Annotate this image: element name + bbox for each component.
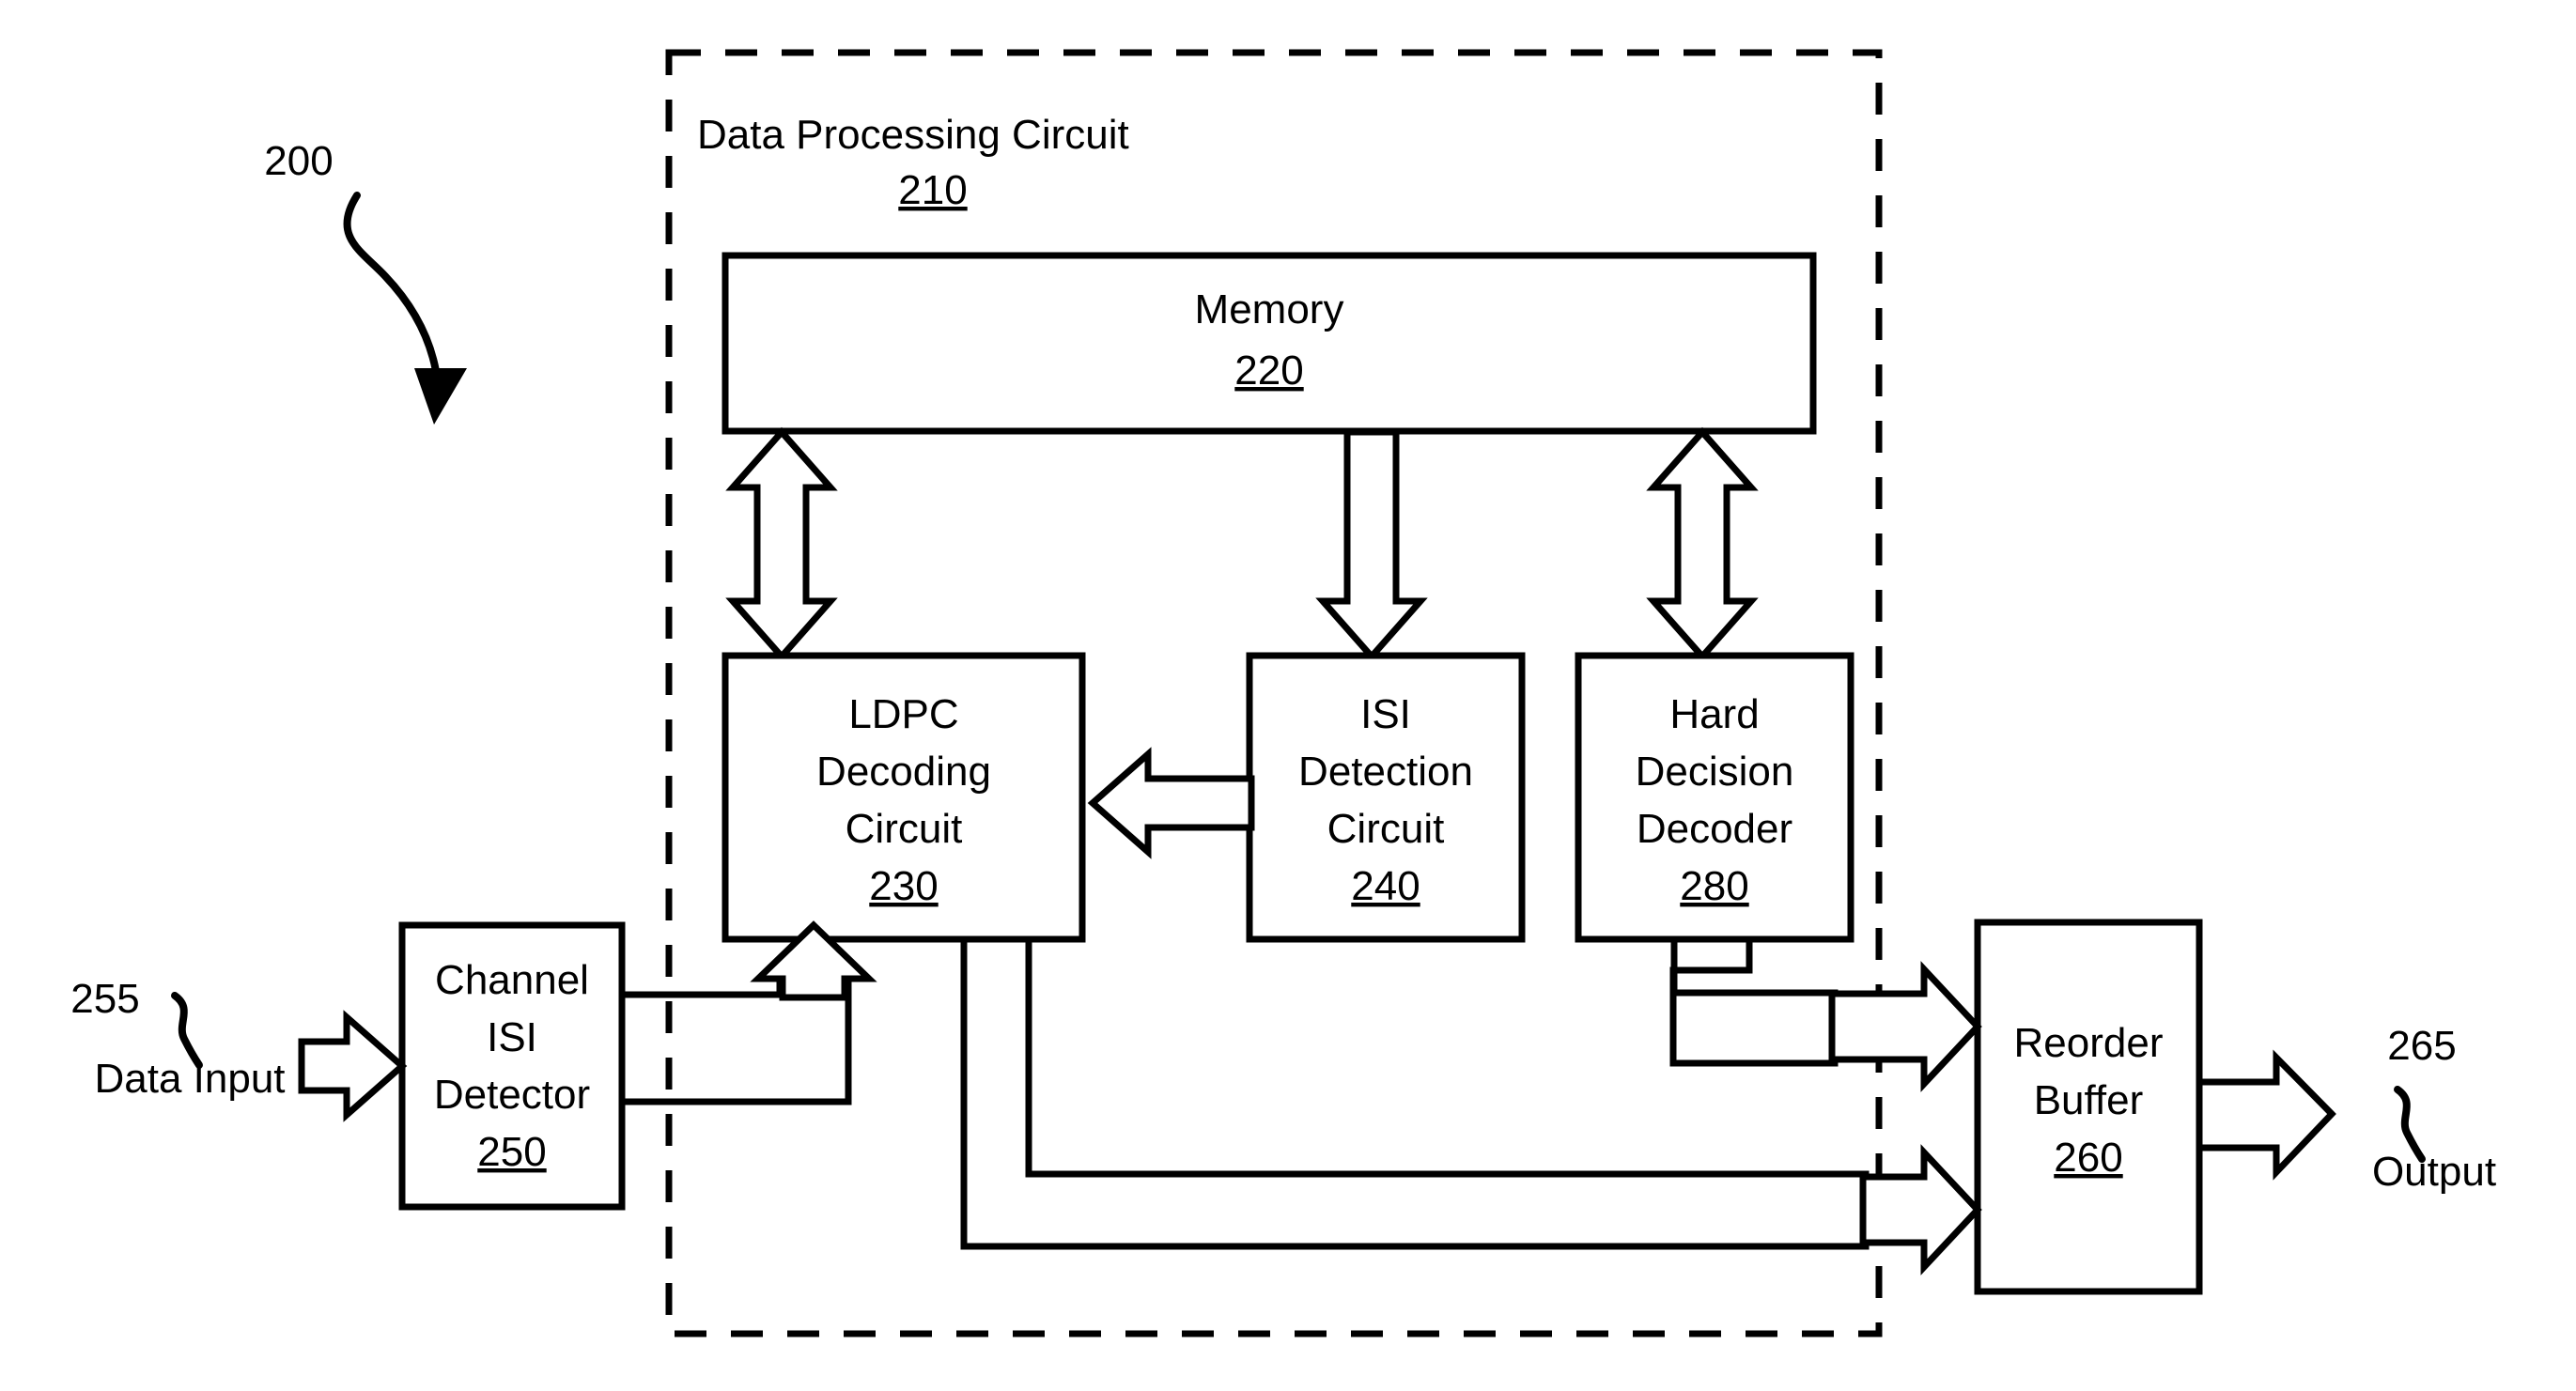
ldpc-label-line2: Decoding <box>816 749 991 795</box>
data-input-lead-curve <box>171 992 203 1069</box>
boundary-title: Data Processing Circuit <box>697 112 1129 158</box>
ldpc-ref-number: 230 <box>869 863 938 909</box>
channel-isi-label-line2: ISI <box>487 1014 537 1060</box>
output-label: Output <box>2372 1149 2496 1195</box>
isi-detection-ref-number: 240 <box>1351 863 1420 909</box>
isi-detection-label-line1: ISI <box>1360 691 1411 737</box>
ldpc-label-line1: LDPC <box>848 691 958 737</box>
hard-decision-label-line2: Decision <box>1636 749 1794 795</box>
output-arrow <box>2196 1049 2336 1181</box>
memory-ldpc-bidirectional-arrow <box>725 426 838 662</box>
isi-detection-to-ldpc-arrow <box>1087 747 1255 859</box>
channel-isi-label-line1: Channel <box>435 957 589 1003</box>
hard-decision-to-reorder-arrow <box>1828 961 1982 1092</box>
boundary-ref-number: 210 <box>898 167 967 213</box>
ldpc-label-line3: Circuit <box>846 806 963 852</box>
figure-ref-number: 200 <box>264 138 333 184</box>
ldpc-to-reorder-wire-lower <box>960 935 1870 1250</box>
hard-decision-label-line3: Decoder <box>1637 806 1792 852</box>
memory-block <box>722 252 1817 435</box>
data-input-ref-number: 255 <box>70 976 139 1022</box>
memory-isi-detection-arrow <box>1315 428 1428 662</box>
output-ref-number: 265 <box>2387 1023 2456 1069</box>
channel-isi-label-line3: Detector <box>434 1072 590 1118</box>
data-input-label: Data Input <box>94 1056 285 1102</box>
hard-decision-to-reorder-wire-lower <box>1669 935 1839 1067</box>
reorder-buffer-label-line1: Reorder <box>2014 1020 2164 1066</box>
hard-decision-to-reorder-wire-upper <box>1670 935 1839 997</box>
block-diagram-canvas: Data Processing Circuit 210 200 Memory 2… <box>70 49 2496 1337</box>
figure-lead-arrowhead <box>414 368 467 425</box>
patent-figure: Data Processing Circuit 210 200 Memory 2… <box>0 0 2576 1391</box>
memory-hard-decision-bidirectional-arrow <box>1646 426 1759 662</box>
data-input-arrow <box>298 1010 408 1122</box>
figure-lead-curve <box>343 192 442 387</box>
hard-decision-ref-number: 280 <box>1680 863 1748 909</box>
isi-detection-label-line3: Circuit <box>1327 806 1445 852</box>
reorder-buffer-label-line2: Buffer <box>2034 1077 2144 1123</box>
isi-detection-label-line2: Detection <box>1298 749 1473 795</box>
hard-decision-label-line1: Hard <box>1669 691 1759 737</box>
ldpc-to-reorder-wire-upper <box>1025 935 1870 1178</box>
channel-isi-ref-number: 250 <box>477 1129 546 1175</box>
memory-ref-number: 220 <box>1234 348 1303 394</box>
reorder-buffer-ref-number: 260 <box>2054 1135 2122 1181</box>
memory-label: Memory <box>1195 286 1344 332</box>
